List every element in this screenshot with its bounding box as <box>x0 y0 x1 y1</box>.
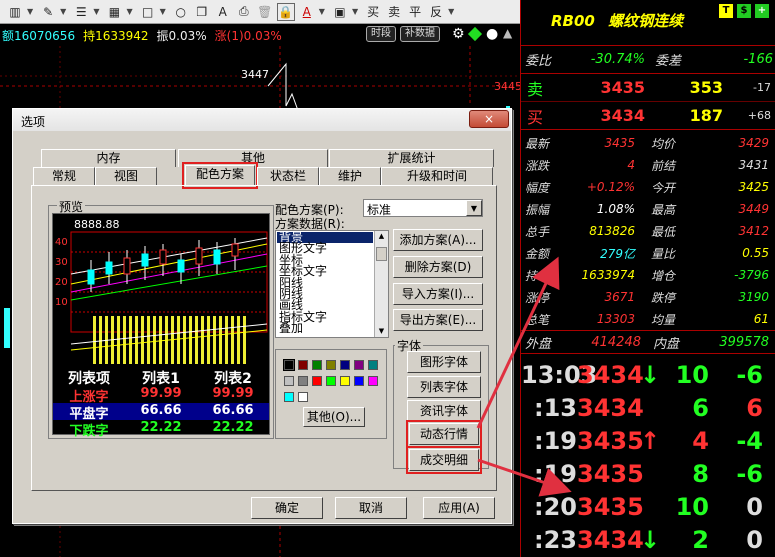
annotation-arrows <box>476 256 572 497</box>
arrow-to-ticks <box>477 458 572 497</box>
arrow-to-quote <box>476 256 560 429</box>
